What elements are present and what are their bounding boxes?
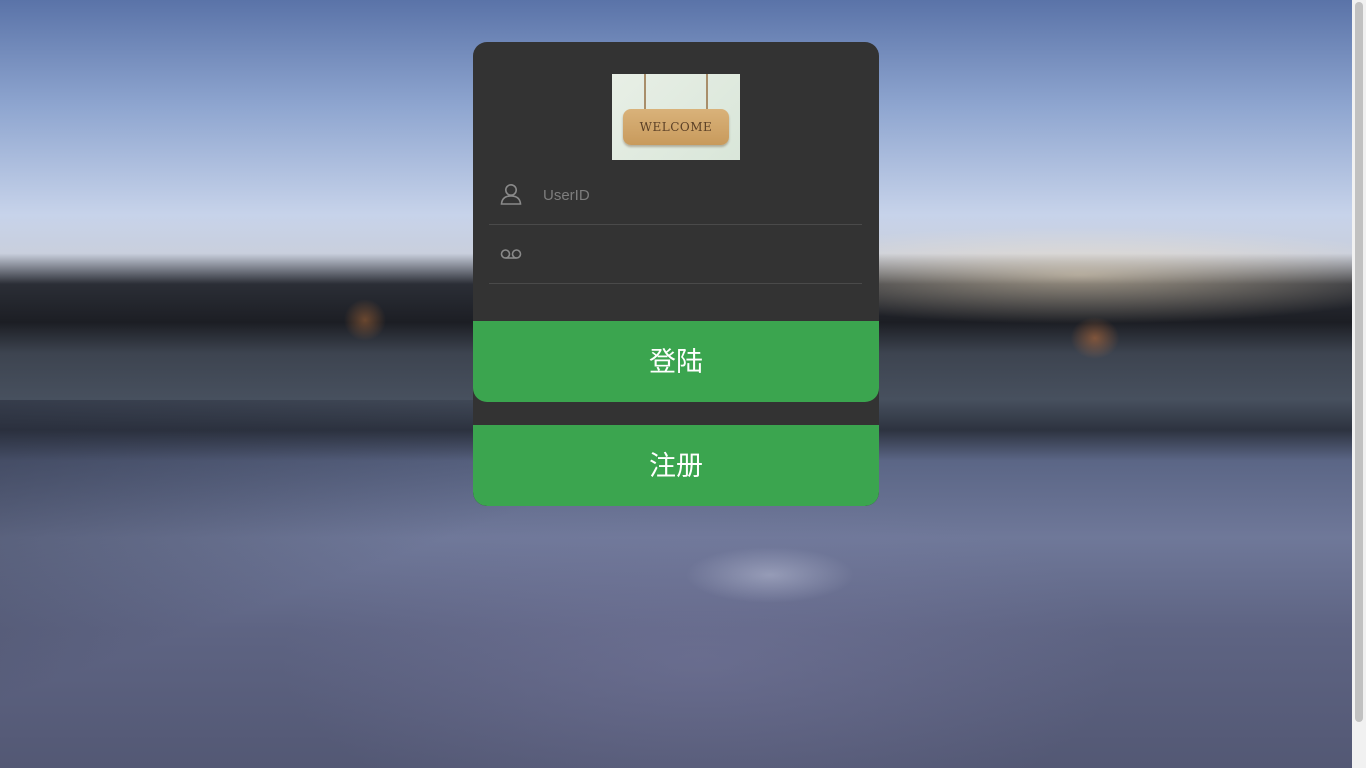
logo-sign-text: WELCOME xyxy=(623,109,729,145)
password-field[interactable] xyxy=(489,225,862,284)
user-icon xyxy=(499,182,523,206)
logo-rope-right xyxy=(706,74,708,110)
password-input[interactable] xyxy=(543,239,843,269)
login-panel: WELCOME 登陆 注册 xyxy=(473,42,879,506)
welcome-sign-logo: WELCOME xyxy=(612,74,740,160)
login-button[interactable]: 登陆 xyxy=(473,321,879,402)
userid-field[interactable] xyxy=(489,166,862,225)
logo-rope-left xyxy=(644,74,646,110)
register-button[interactable]: 注册 xyxy=(473,425,879,506)
page-scrollbar[interactable] xyxy=(1352,0,1366,768)
scrollbar-thumb[interactable] xyxy=(1355,2,1363,722)
voicemail-icon xyxy=(499,242,523,266)
userid-input[interactable] xyxy=(543,180,843,210)
